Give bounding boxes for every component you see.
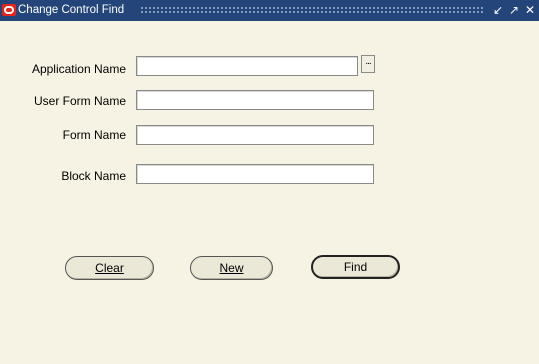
window-title: Change Control Find (18, 4, 125, 16)
application-name-field[interactable] (136, 56, 358, 76)
find-form: Application Name ... User Form Name Form… (0, 21, 539, 364)
minimize-icon[interactable]: ↙ (491, 3, 505, 17)
clear-button-label: Clear (95, 261, 124, 275)
form-name-field[interactable] (136, 125, 374, 145)
user-form-name-field[interactable] (136, 90, 374, 110)
clear-button[interactable]: Clear (65, 256, 154, 280)
user-form-name-label: User Form Name (33, 94, 126, 108)
oracle-logo-icon (2, 4, 16, 16)
find-button[interactable]: Find (311, 255, 400, 279)
block-name-field[interactable] (136, 164, 374, 184)
new-button[interactable]: New (190, 256, 273, 280)
form-name-label: Form Name (62, 128, 126, 142)
new-button-label: New (219, 261, 244, 275)
maximize-icon[interactable]: ↗ (507, 3, 521, 17)
title-bar-grip[interactable] (140, 6, 485, 15)
close-icon[interactable]: ✕ (523, 3, 537, 17)
list-of-values-button[interactable]: ... (361, 55, 375, 73)
application-name-label: Application Name (31, 62, 126, 76)
title-bar: Change Control Find ↙ ↗ ✕ (0, 0, 539, 21)
find-button-label: Find (343, 260, 368, 274)
block-name-label: Block Name (61, 169, 126, 183)
